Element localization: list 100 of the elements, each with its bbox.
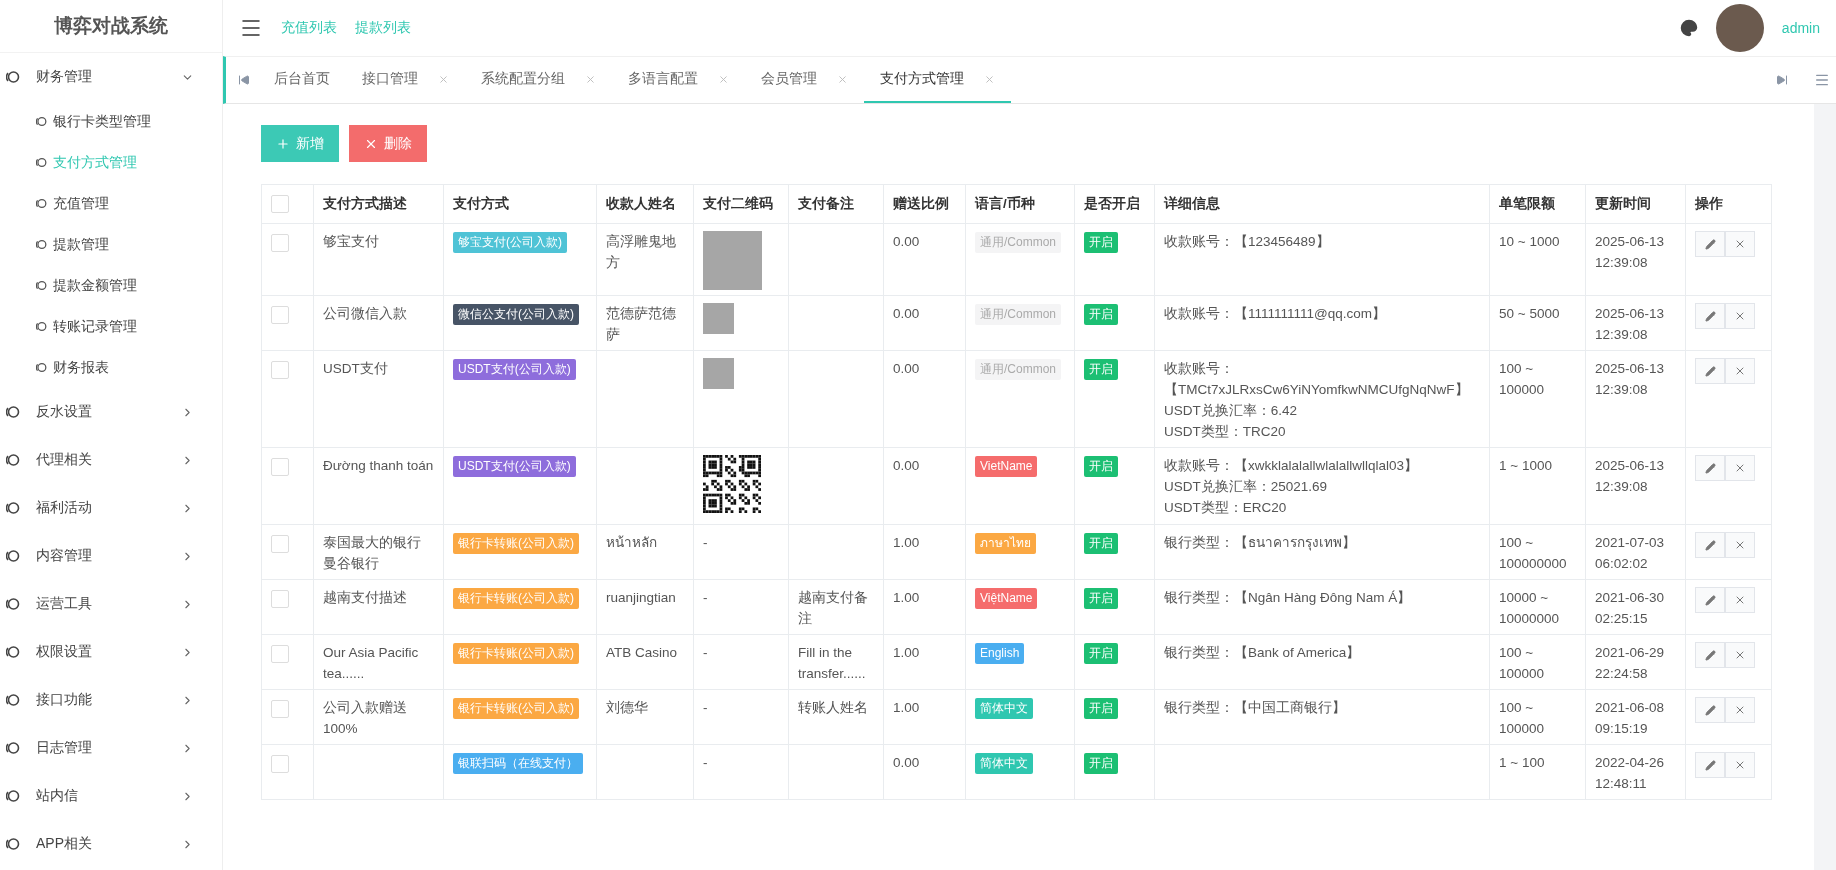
tab[interactable]: 接口管理 (346, 57, 465, 103)
edit-button[interactable] (1695, 303, 1725, 329)
tab[interactable]: 后台首页 (258, 57, 346, 103)
palette-icon[interactable] (1679, 19, 1698, 37)
table-cell: 0.00 (893, 306, 920, 321)
table-cell: - (703, 755, 708, 770)
checkbox[interactable] (271, 700, 289, 718)
table-cell: ruanjingtian (606, 590, 676, 605)
table-cell: 2022-04-26 12:48:11 (1595, 755, 1665, 791)
table-cell: 2021-06-29 22:24:58 (1595, 645, 1665, 681)
checkbox[interactable] (271, 306, 289, 324)
checkbox[interactable] (271, 590, 289, 608)
language-tag: VietName (975, 456, 1038, 477)
photo-placeholder (703, 231, 762, 290)
sidebar-item[interactable]: 站内信 (0, 772, 222, 820)
payment-method-tag: 银行卡转账(公司入款) (453, 698, 579, 719)
sidebar-item[interactable]: 内容管理 (0, 532, 222, 580)
close-icon[interactable] (585, 73, 596, 85)
edit-button[interactable] (1695, 231, 1725, 257)
pencil-icon (1704, 365, 1716, 377)
edit-button[interactable] (1695, 587, 1725, 613)
table-cell: - (703, 590, 708, 605)
checkbox[interactable] (271, 645, 289, 663)
table-cell: 0.00 (893, 755, 920, 770)
column-header: 语言/币种 (965, 184, 1075, 224)
payment-method-tag: 银行卡转账(公司入款) (453, 643, 579, 664)
detail-line: 银行类型：【ธนาคารกรุงเทพ】 (1164, 534, 1357, 553)
sidebar-subitem[interactable]: 提款金额管理 (0, 265, 222, 306)
close-icon (1734, 539, 1746, 551)
sidebar-subitem[interactable]: 转账记录管理 (0, 306, 222, 347)
payment-method-tag: USDT支付(公司入款) (453, 456, 576, 477)
table-cell: 1.00 (893, 700, 920, 715)
checkbox[interactable] (271, 458, 289, 476)
status-tag: 开启 (1084, 643, 1118, 664)
table-cell: หน้าหลัก (606, 535, 657, 550)
column-header: 收款人姓名 (596, 184, 694, 224)
circle-icon (6, 741, 20, 755)
sidebar-item[interactable]: 权限设置 (0, 628, 222, 676)
circle-icon (36, 280, 47, 291)
language-tag: ภาษาไทย (975, 533, 1036, 554)
tab[interactable]: 会员管理 (745, 57, 864, 103)
sidebar-item[interactable]: 运营工具 (0, 580, 222, 628)
table-cell: 泰国最大的银行曼谷银行 (323, 535, 421, 571)
edit-button[interactable] (1695, 642, 1725, 668)
pencil-icon (1704, 462, 1716, 474)
checkbox[interactable] (271, 361, 289, 379)
pencil-icon (1704, 759, 1716, 771)
circle-icon (6, 405, 20, 419)
detail-line: 收款账号：【1111111111@qq.com】 (1164, 305, 1388, 323)
edit-button[interactable] (1695, 358, 1725, 384)
pencil-icon (1704, 649, 1716, 661)
edit-button[interactable] (1695, 752, 1725, 778)
table-cell: 100 ~ 100000 (1499, 361, 1545, 397)
close-icon[interactable] (718, 73, 729, 85)
checkbox[interactable] (271, 755, 289, 773)
payment-method-tag: 银行卡转账(公司入款) (453, 533, 579, 554)
sidebar-item[interactable]: 福利活动 (0, 484, 222, 532)
sidebar-item[interactable]: 日志管理 (0, 724, 222, 772)
sidebar-item[interactable]: 代理相关 (0, 436, 222, 484)
column-header: 是否开启 (1074, 184, 1155, 224)
edit-button[interactable] (1695, 697, 1725, 723)
status-tag: 开启 (1084, 753, 1118, 774)
checkbox[interactable] (271, 234, 289, 252)
checkbox[interactable] (271, 195, 289, 213)
table-cell: Fill in the transfer...... (798, 645, 866, 681)
close-icon[interactable] (837, 73, 848, 85)
tab[interactable]: 系统配置分组 (465, 57, 612, 103)
table-cell: 1 ~ 1000 (1499, 458, 1552, 473)
table-cell: 2025-06-13 12:39:08 (1595, 361, 1665, 397)
table-cell: USDT支付 (323, 361, 388, 376)
sidebar-item[interactable]: 接口功能 (0, 676, 222, 724)
table-cell: 刘德华 (606, 700, 648, 715)
edit-button[interactable] (1695, 532, 1725, 558)
edit-button[interactable] (1695, 455, 1725, 481)
sidebar-item[interactable]: APP相关 (0, 820, 222, 868)
sidebar-subitem[interactable]: 充值管理 (0, 183, 222, 224)
close-icon[interactable] (984, 73, 995, 85)
sidebar-item[interactable]: 财务管理 (0, 53, 222, 101)
detail-line: 银行类型：【Ngân Hàng Đông Nam Á】 (1164, 589, 1413, 607)
circle-icon (36, 198, 47, 209)
pencil-icon (1704, 310, 1716, 322)
table-cell: Our Asia Pacific tea...... (323, 645, 419, 681)
sidebar-subitem[interactable]: 财务报表 (0, 347, 222, 388)
circle-icon (6, 693, 20, 707)
qr-code-icon (703, 455, 761, 513)
status-tag: 开启 (1084, 588, 1118, 609)
table-cell: 越南支付备注 (798, 590, 868, 626)
tab[interactable]: 多语言配置 (612, 57, 745, 103)
checkbox[interactable] (271, 535, 289, 553)
table-cell: 2021-06-30 02:25:15 (1595, 590, 1665, 626)
sidebar-subitem[interactable]: 银行卡类型管理 (0, 101, 222, 142)
sidebar-subitem[interactable]: 提款管理 (0, 224, 222, 265)
sidebar-item[interactable]: 反水设置 (0, 388, 222, 436)
avatar[interactable] (1715, 4, 1764, 52)
status-tag: 开启 (1084, 232, 1118, 253)
column-header: 支付二维码 (693, 184, 789, 224)
table-cell: - (703, 700, 708, 715)
circle-icon (6, 837, 20, 851)
close-icon[interactable] (438, 73, 449, 85)
table-cell: 100 ~ 100000 (1499, 700, 1545, 736)
